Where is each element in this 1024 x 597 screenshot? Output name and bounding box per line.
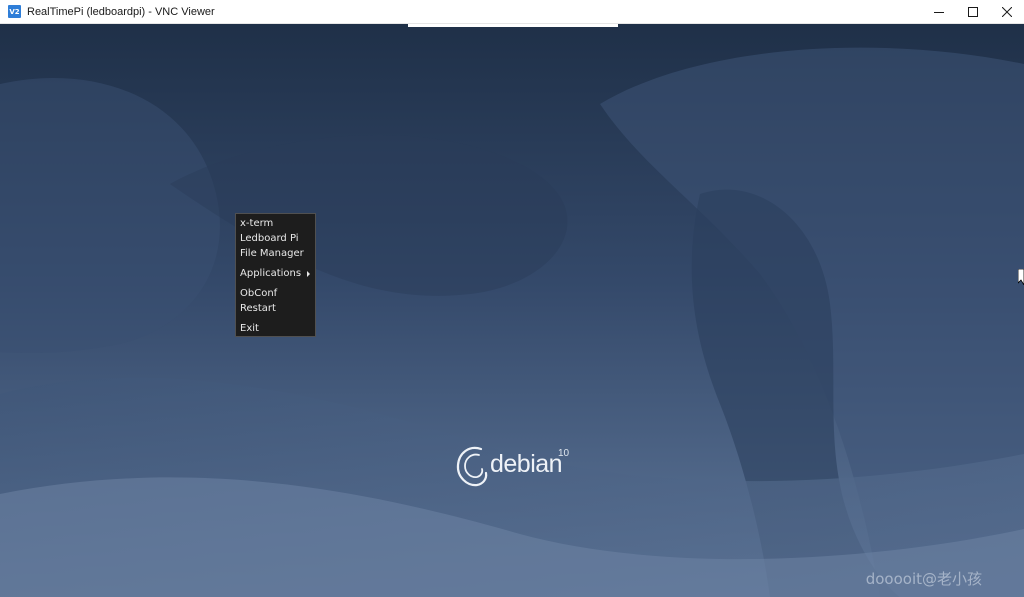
submenu-arrow-icon: [307, 271, 310, 277]
menu-item-obconf[interactable]: ObConf: [236, 286, 315, 301]
close-icon: [1002, 7, 1012, 17]
debian-swirl-icon: [456, 446, 488, 487]
debian-wordmark: debian: [490, 450, 563, 478]
vnc-viewer-window: V2 RealTimePi (ledboardpi) - VNC Viewer: [0, 0, 1024, 597]
menu-item-file-manager[interactable]: File Manager: [236, 246, 315, 261]
openbox-root-menu: x-term Ledboard Pi File Manager Applicat…: [235, 213, 316, 337]
vnc-app-icon[interactable]: V2: [8, 5, 21, 18]
remote-desktop[interactable]: x-term Ledboard Pi File Manager Applicat…: [0, 24, 1024, 597]
close-button[interactable]: [990, 0, 1024, 24]
window-controls: [922, 0, 1024, 24]
minimize-icon: [934, 12, 944, 13]
menu-item-restart[interactable]: Restart: [236, 301, 315, 316]
menu-item-ledboard-pi[interactable]: Ledboard Pi: [236, 231, 315, 246]
minimize-button[interactable]: [922, 0, 956, 24]
remote-top-strip: [408, 24, 618, 27]
maximize-icon: [968, 7, 978, 17]
menu-item-applications[interactable]: Applications: [236, 266, 315, 281]
debian-wallpaper: [0, 24, 1024, 597]
maximize-button[interactable]: [956, 0, 990, 24]
debian-version: 10: [558, 448, 570, 459]
menu-item-x-term[interactable]: x-term: [236, 216, 315, 231]
watermark-text: dooooit@老小孩: [865, 570, 982, 588]
menu-item-exit[interactable]: Exit: [236, 321, 315, 336]
title-bar[interactable]: V2 RealTimePi (ledboardpi) - VNC Viewer: [0, 0, 1024, 24]
window-title: RealTimePi (ledboardpi) - VNC Viewer: [27, 5, 215, 18]
debian-logo: debian 10: [455, 441, 575, 491]
mouse-cursor-icon: [1018, 269, 1024, 285]
